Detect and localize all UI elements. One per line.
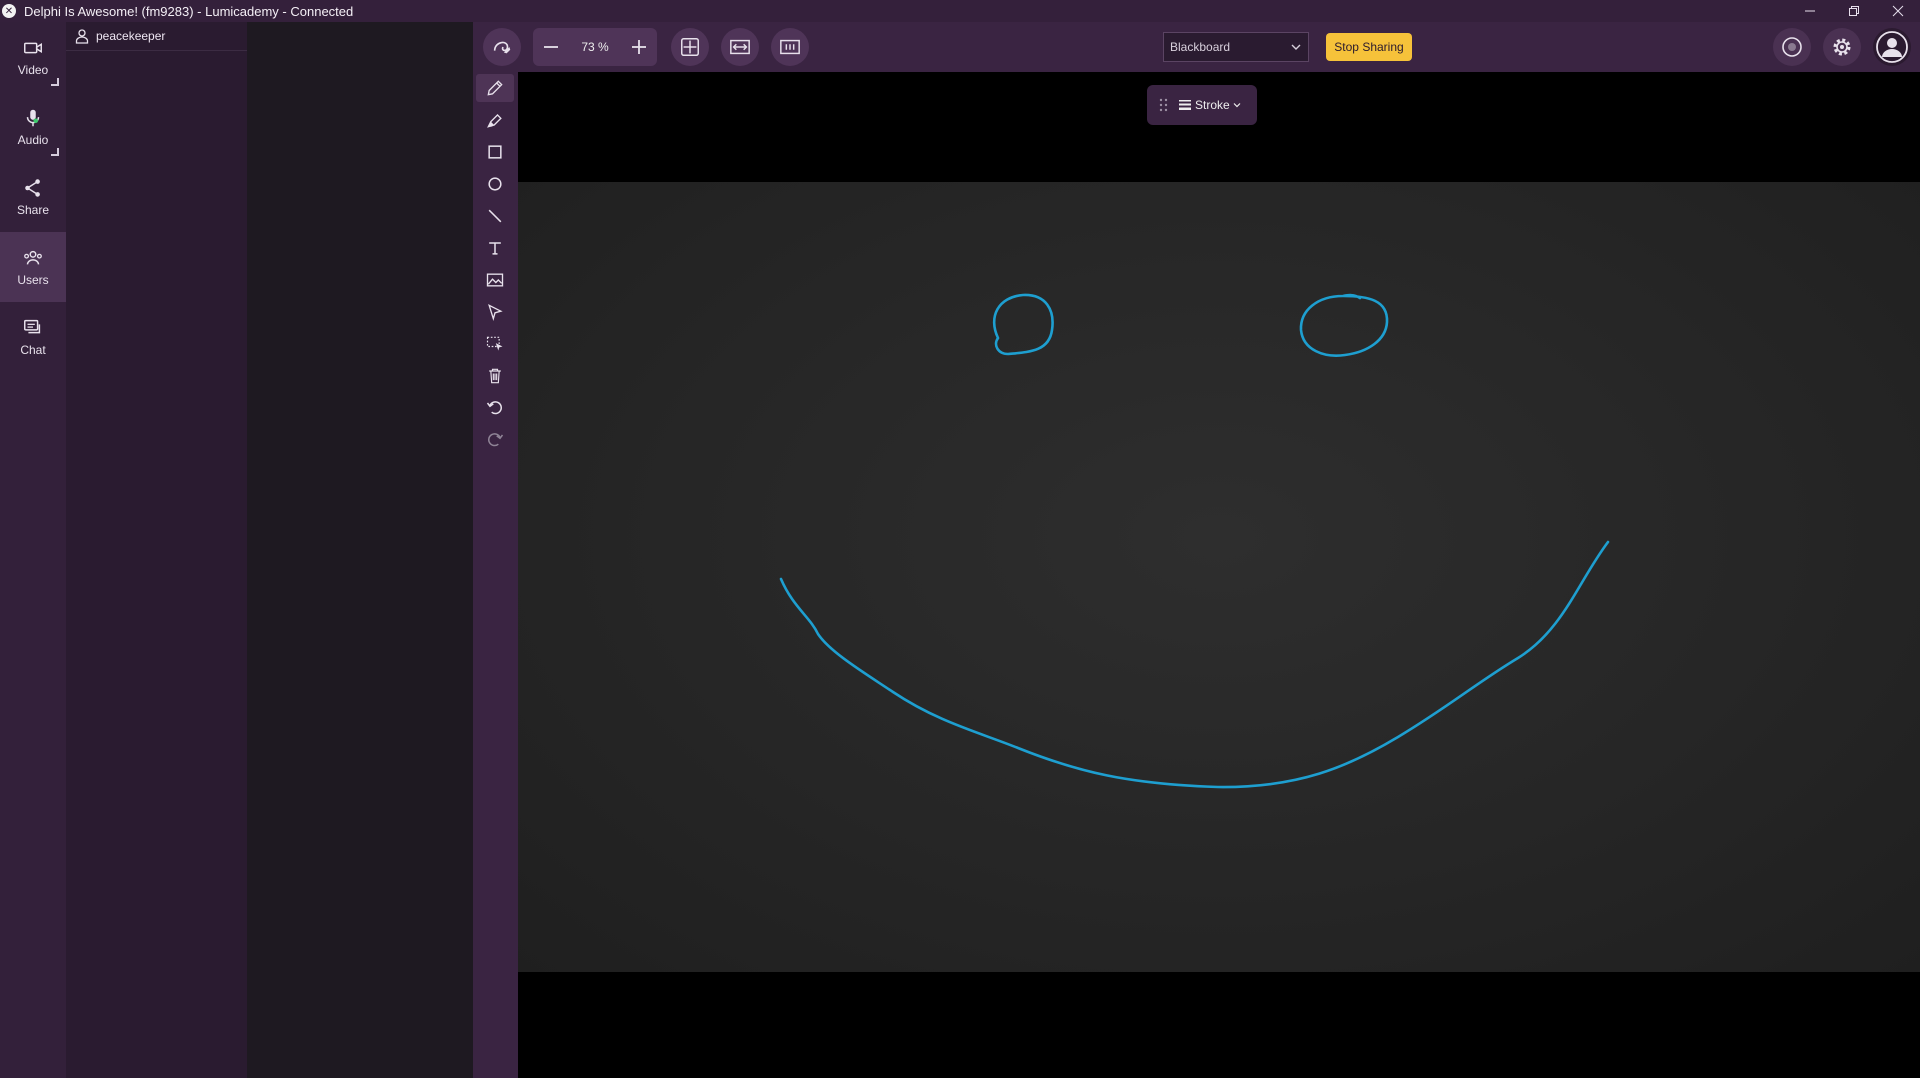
- undo-icon: [486, 401, 502, 415]
- board-select[interactable]: Blackboard: [1163, 32, 1309, 62]
- side-panel-empty: [247, 22, 473, 1078]
- zoom-level: 73 %: [581, 40, 609, 54]
- nav-label-audio: Audio: [17, 133, 49, 147]
- chat-icon: [24, 319, 41, 334]
- minus-icon: [544, 46, 558, 48]
- restore-icon[interactable]: [1832, 0, 1876, 22]
- drawn-stroke-left-eye: [992, 293, 1054, 356]
- share-icon: [25, 179, 40, 197]
- rectangle-tool[interactable]: [476, 138, 514, 166]
- pen-icon: [487, 80, 503, 96]
- nav-label-users: Users: [17, 273, 49, 287]
- chevron-down-icon: [1291, 44, 1301, 50]
- user-name: peacekeeper: [96, 29, 166, 43]
- image-tool[interactable]: [476, 266, 514, 294]
- app-window: ✕ Delphi Is Awesome! (fm9283) - Lumicade…: [0, 0, 1920, 1078]
- nav-item-audio[interactable]: Audio: [0, 92, 66, 162]
- record-button[interactable]: [1773, 28, 1811, 66]
- annotate-icon: [493, 41, 511, 54]
- nav-item-users[interactable]: Users: [0, 232, 66, 302]
- window-title: Delphi Is Awesome! (fm9283) - Lumicademy…: [24, 3, 354, 19]
- pen-tool[interactable]: [476, 74, 514, 102]
- close-icon[interactable]: [1876, 0, 1920, 22]
- undo-tool[interactable]: [476, 394, 514, 422]
- line-icon: [488, 209, 502, 223]
- user-list-item[interactable]: peacekeeper: [66, 22, 247, 51]
- plus-icon: [632, 40, 646, 54]
- redo-tool[interactable]: [476, 426, 514, 454]
- expand-corner-icon[interactable]: [51, 78, 59, 86]
- app-logo-icon: ✕: [2, 4, 16, 18]
- stroke-options-bar[interactable]: Stroke: [1147, 85, 1257, 125]
- text-icon: [489, 242, 501, 255]
- annotate-button[interactable]: [483, 28, 521, 66]
- blackboard-canvas[interactable]: [518, 182, 1920, 972]
- nav-label-chat: Chat: [20, 343, 46, 357]
- pointer-icon: [488, 304, 503, 321]
- title-bar: ✕ Delphi Is Awesome! (fm9283) - Lumicade…: [0, 0, 1920, 22]
- actual-size-button[interactable]: [771, 28, 809, 66]
- image-icon: [486, 273, 504, 287]
- nav-item-share[interactable]: Share: [0, 162, 66, 232]
- stroke-label: Stroke: [1195, 98, 1230, 112]
- nav-label-video: Video: [17, 63, 49, 77]
- nav-label-share: Share: [16, 203, 50, 217]
- video-camera-icon: [24, 42, 42, 54]
- profile-button[interactable]: [1873, 28, 1911, 66]
- users-icon: [24, 250, 42, 265]
- selection-icon: [486, 336, 503, 351]
- selection-tool[interactable]: [476, 330, 514, 358]
- users-panel: peacekeeper: [66, 22, 247, 1078]
- highlighter-icon: [487, 114, 502, 128]
- line-tool[interactable]: [476, 202, 514, 230]
- fit-page-button[interactable]: [671, 28, 709, 66]
- trash-icon: [489, 368, 501, 384]
- chevron-down-icon: [1233, 103, 1241, 108]
- nav-item-video[interactable]: Video: [0, 22, 66, 92]
- zoom-control: 73 %: [533, 28, 657, 66]
- drawing-tools-bar: [473, 72, 518, 1078]
- whiteboard-area[interactable]: Stroke: [518, 72, 1920, 1078]
- fit-width-icon: [730, 39, 750, 55]
- delete-tool[interactable]: [476, 362, 514, 390]
- minimize-icon[interactable]: [1788, 0, 1832, 22]
- drag-handle-icon[interactable]: [1159, 98, 1169, 112]
- nav-item-chat[interactable]: Chat: [0, 302, 66, 372]
- text-tool[interactable]: [476, 234, 514, 262]
- record-icon: [1782, 37, 1802, 57]
- board-select-value: Blackboard: [1170, 40, 1231, 54]
- zoom-in-button[interactable]: [621, 28, 657, 66]
- circle-tool[interactable]: [476, 170, 514, 198]
- window-controls: [1788, 0, 1920, 22]
- user-icon: [75, 29, 89, 44]
- drawing-layer: [779, 293, 1610, 789]
- drawn-stroke-mouth: [779, 540, 1610, 789]
- circle-icon: [488, 177, 502, 191]
- actual-size-icon: [780, 39, 800, 55]
- left-nav: Video Audio Share Users Chat: [0, 22, 66, 1078]
- top-toolbar: 73 % Blackboard Stop Sharing: [473, 22, 1920, 72]
- avatar-icon: [1876, 31, 1908, 63]
- microphone-icon: [26, 109, 40, 127]
- highlighter-tool[interactable]: [476, 106, 514, 134]
- stroke-width-icon: [1179, 100, 1191, 110]
- pointer-tool[interactable]: [476, 298, 514, 326]
- gear-icon: [1833, 38, 1851, 56]
- redo-icon: [488, 433, 504, 447]
- stop-sharing-button[interactable]: Stop Sharing: [1326, 33, 1412, 61]
- settings-button[interactable]: [1823, 28, 1861, 66]
- fit-width-button[interactable]: [721, 28, 759, 66]
- drawn-stroke-right-eye: [1299, 293, 1389, 357]
- zoom-out-button[interactable]: [533, 28, 569, 66]
- fit-page-icon: [681, 38, 699, 56]
- expand-corner-icon[interactable]: [51, 148, 59, 156]
- rectangle-icon: [488, 145, 502, 159]
